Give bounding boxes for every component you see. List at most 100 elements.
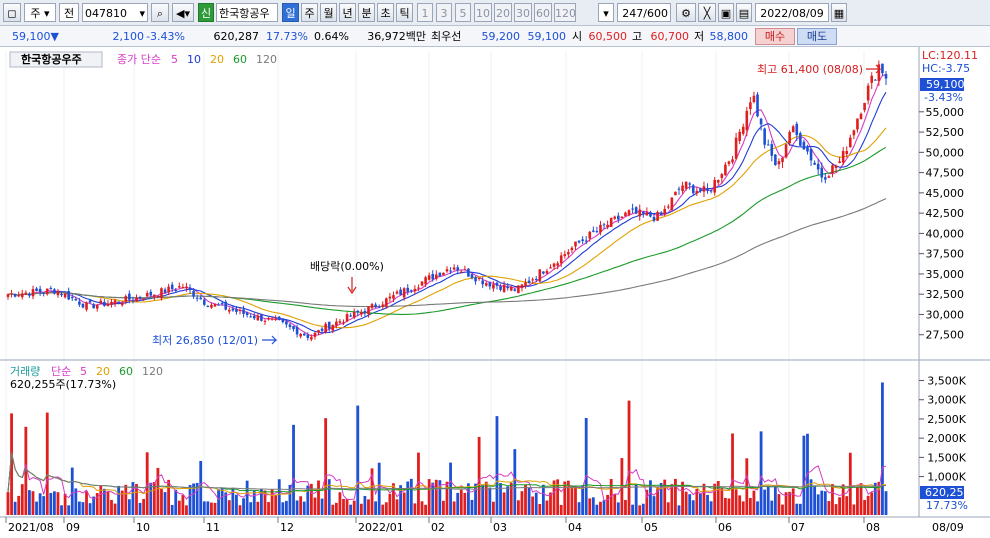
- volume-bar: [723, 497, 727, 515]
- candle-body: [802, 141, 806, 150]
- volume-value-label: 620,255주(17.73%): [10, 378, 116, 391]
- volume-bar: [431, 482, 435, 515]
- volume-bar: [252, 490, 256, 515]
- volume-bar: [866, 495, 870, 515]
- signal-badge[interactable]: 신: [198, 3, 214, 22]
- candle-body: [49, 287, 53, 290]
- volume-ma-legend-120: 120: [142, 365, 163, 378]
- candle-body: [563, 254, 567, 256]
- candle-body: [849, 137, 852, 148]
- volume-bar: [738, 495, 742, 515]
- candle-body: [745, 110, 749, 131]
- candle-body: [406, 287, 410, 292]
- interval-tab-5[interactable]: 5: [455, 3, 471, 22]
- volume-bar: [367, 499, 370, 515]
- volume-bar: [577, 502, 581, 515]
- candle-body: [402, 288, 406, 298]
- x-axis-label: 09: [66, 521, 80, 534]
- candle-body: [35, 288, 38, 292]
- mode-label: 주: [30, 7, 41, 20]
- volume-bar: [459, 489, 463, 515]
- candle-body: [85, 302, 88, 310]
- period-tab-1[interactable]: 주: [301, 3, 318, 22]
- candle-body: [188, 287, 192, 291]
- price-ma-legend-10: 10: [187, 53, 201, 66]
- volume-bar: [763, 489, 767, 515]
- best-ask: 59,200: [481, 30, 521, 43]
- volume-bar: [527, 487, 531, 515]
- period-tab-2[interactable]: 월: [320, 3, 337, 22]
- buy-button[interactable]: 매수: [755, 28, 795, 45]
- volume-bar: [188, 484, 192, 515]
- volume-bar: [163, 492, 167, 515]
- volume-bar: [766, 485, 770, 515]
- candle-body: [727, 161, 731, 164]
- candle-body: [345, 314, 349, 322]
- count-input[interactable]: 247/600: [617, 3, 671, 22]
- print-icon[interactable]: ▤: [736, 3, 752, 22]
- date-input[interactable]: 2022/08/09: [755, 3, 829, 22]
- volume-bar: [463, 492, 467, 515]
- search-icon[interactable]: ⌕: [151, 3, 169, 22]
- candle-body: [434, 274, 438, 279]
- interval-dropdown[interactable]: ▾: [598, 3, 614, 22]
- candle-body: [856, 118, 859, 130]
- period-tab-5[interactable]: 초: [377, 3, 394, 22]
- period-tab-0[interactable]: 일: [282, 3, 299, 22]
- interval-tab-20[interactable]: 20: [494, 3, 512, 22]
- candle-body: [467, 268, 470, 277]
- candle-body: [884, 74, 888, 79]
- period-tab-4[interactable]: 분: [358, 3, 375, 22]
- interval-tab-60[interactable]: 60: [534, 3, 552, 22]
- candle-body: [834, 165, 838, 169]
- candle-body: [263, 320, 267, 322]
- candle-body: [63, 293, 67, 298]
- volume-bar: [813, 486, 817, 515]
- calendar-icon[interactable]: ▦: [831, 3, 847, 22]
- code-input[interactable]: 047810 ▾: [82, 3, 148, 22]
- volume-bar: [35, 501, 38, 515]
- stock-chart[interactable]: 한국항공우주 종가 단순 5 10 20 60 120 55,000 52,500 50,0…: [0, 47, 990, 538]
- mode-select[interactable]: 주 ▾: [24, 3, 56, 22]
- candle-body: [28, 293, 31, 296]
- volume-bar: [227, 500, 231, 515]
- volume-bar: [809, 479, 813, 515]
- type-select[interactable]: 전: [59, 3, 79, 22]
- speaker-icon[interactable]: ◀▾: [172, 3, 194, 22]
- interval-tab-120[interactable]: 120: [554, 3, 576, 22]
- candle-body: [424, 277, 427, 285]
- candle-body: [791, 126, 795, 133]
- sell-button[interactable]: 매도: [797, 28, 837, 45]
- candle-body: [60, 293, 63, 296]
- volume-bar: [238, 505, 242, 515]
- volume-bar: [413, 503, 417, 515]
- dividend-annotation: 배당락(0.00%): [310, 260, 384, 273]
- volume-bar: [684, 491, 688, 515]
- volume-bar: [584, 417, 588, 515]
- period-tab-6[interactable]: 틱: [396, 3, 413, 22]
- volume-bar: [442, 500, 445, 515]
- candle-body: [178, 286, 181, 288]
- volume-bar: [741, 501, 745, 515]
- volume-bar: [374, 501, 378, 515]
- save-icon[interactable]: ▣: [718, 3, 734, 22]
- crosshair-icon[interactable]: ╳: [698, 3, 716, 22]
- volume-bar: [170, 505, 174, 515]
- x-axis-label: 10: [136, 521, 150, 534]
- chart-settings-icon[interactable]: ⚙: [676, 3, 696, 22]
- window-icon[interactable]: ◻: [3, 3, 21, 22]
- quote-bar: 59,100▼ 2,100 -3.43% 620,287 17.73% 0.64…: [0, 26, 990, 47]
- interval-tab-30[interactable]: 30: [514, 3, 532, 22]
- x-axis-label: 08/09: [932, 521, 964, 534]
- price-tick-label: 42,500: [926, 207, 965, 220]
- interval-tab-10[interactable]: 10: [474, 3, 492, 22]
- candle-body: [338, 321, 342, 323]
- candle-body: [110, 301, 113, 305]
- interval-tab-3[interactable]: 3: [436, 3, 452, 22]
- candle-body: [759, 118, 763, 125]
- candle-body: [31, 289, 35, 297]
- candle-body: [10, 293, 13, 295]
- interval-tab-1[interactable]: 1: [417, 3, 433, 22]
- period-tab-3[interactable]: 년: [339, 3, 356, 22]
- volume-bar: [213, 502, 217, 515]
